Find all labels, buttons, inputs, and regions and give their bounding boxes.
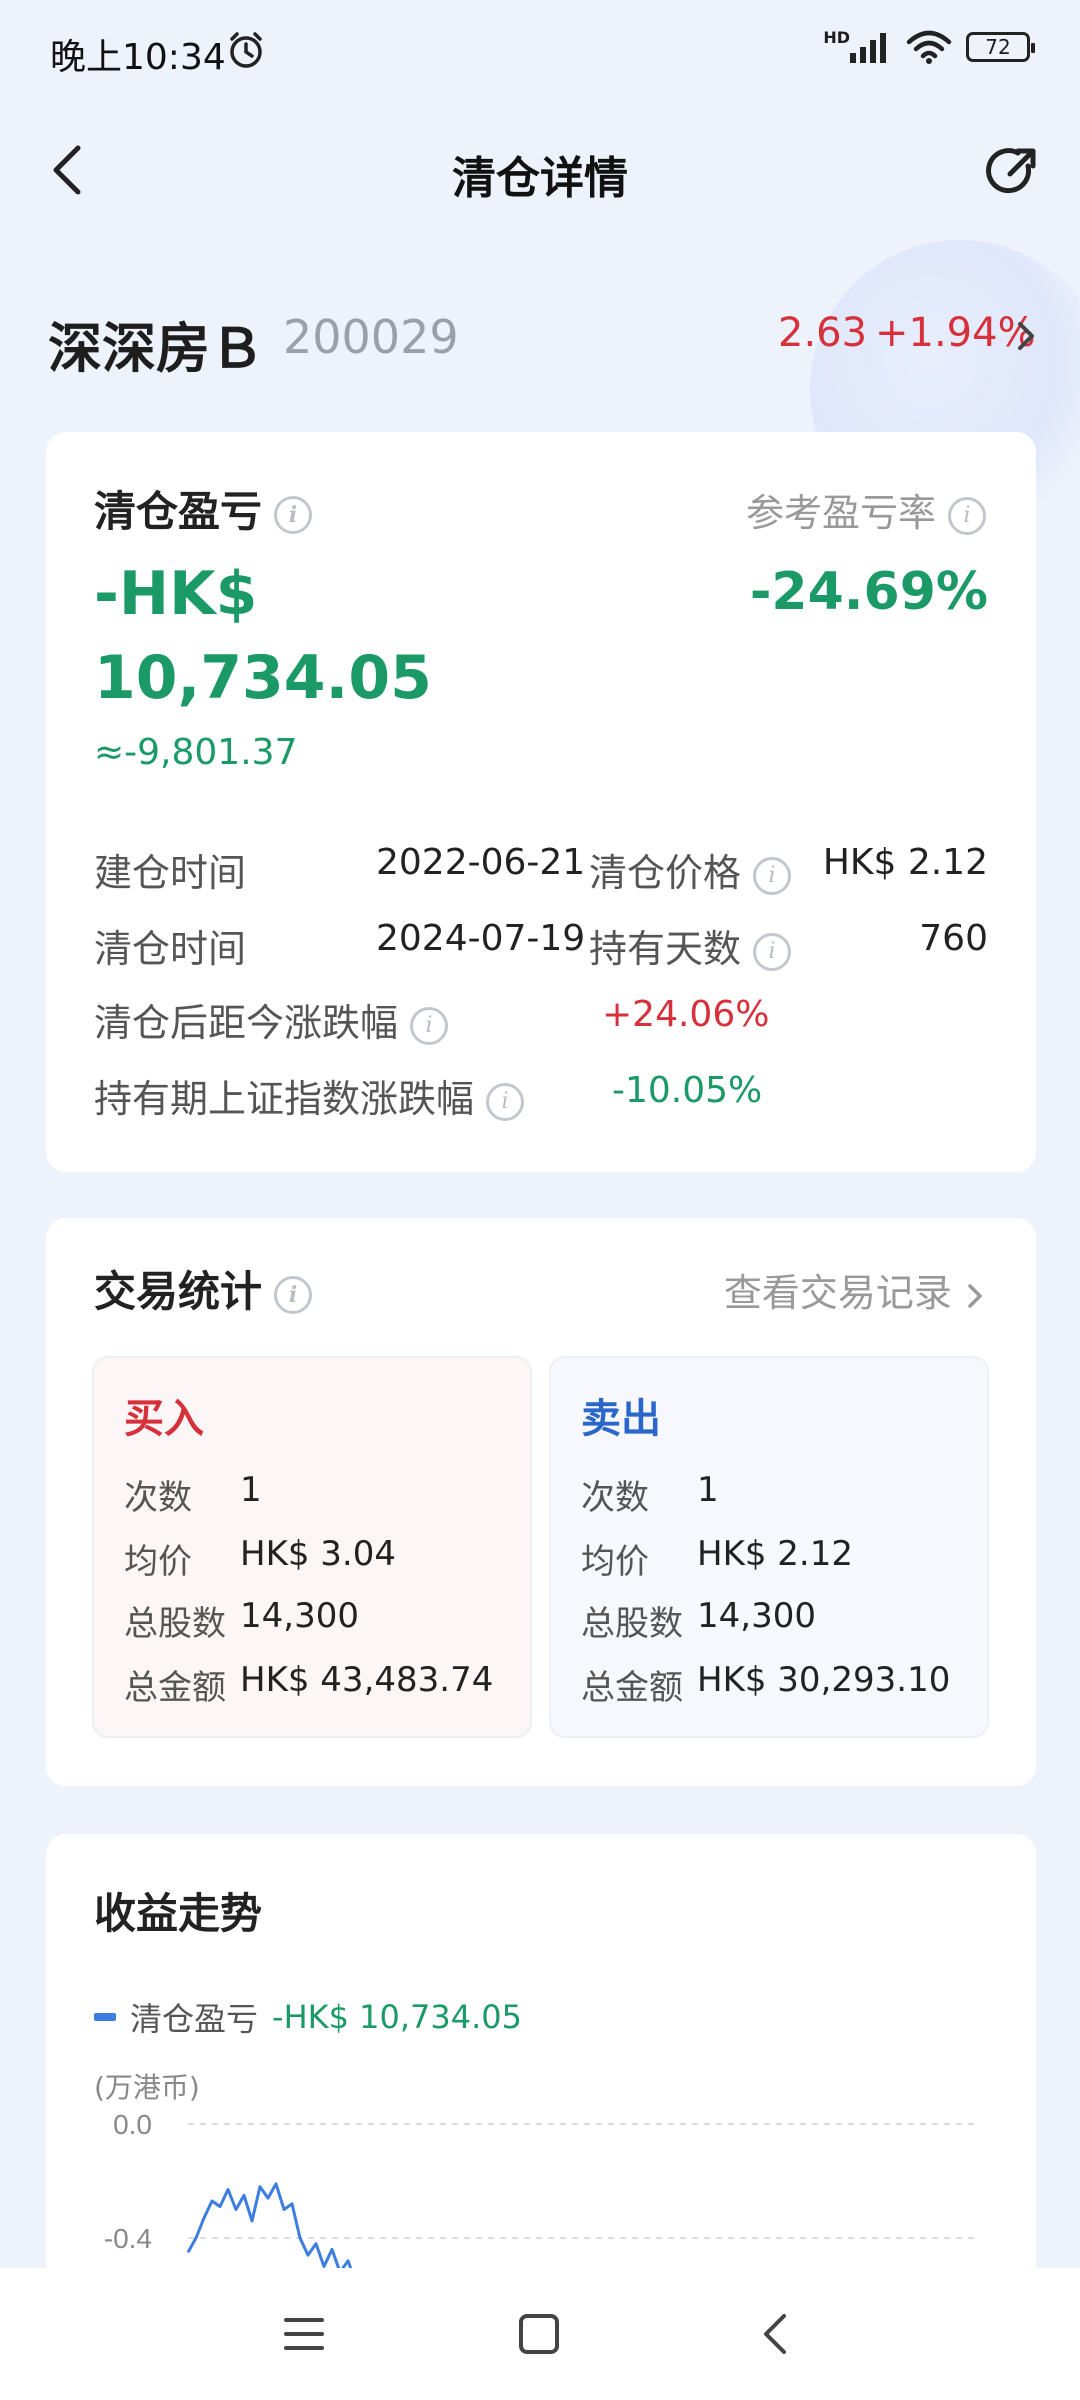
sell-count-label: 次数 bbox=[581, 1478, 649, 1518]
info-icon[interactable]: i bbox=[274, 1275, 313, 1314]
buy-shares-label: 总股数 bbox=[124, 1604, 226, 1644]
after-close-label-row: 清仓后距今涨跌幅 i bbox=[94, 992, 449, 1047]
menu-icon[interactable] bbox=[282, 2312, 326, 2356]
close-price-value: HK$ 2.12 bbox=[822, 842, 988, 883]
chart-unit-label: (万港币) bbox=[94, 2071, 200, 2104]
trade-stats-title: 交易统计 bbox=[94, 1267, 263, 1316]
nav-bar: 清仓详情 bbox=[0, 120, 1080, 220]
wifi-icon bbox=[906, 30, 952, 64]
sell-shares-label: 总股数 bbox=[581, 1604, 683, 1644]
hd-signal-icon: HD bbox=[823, 27, 850, 47]
sell-amount-value: HK$ 30,293.10 bbox=[697, 1660, 951, 1700]
after-close-label: 清仓后距今涨跌幅 bbox=[94, 1001, 399, 1045]
info-icon[interactable]: i bbox=[948, 496, 986, 535]
share-icon[interactable] bbox=[982, 142, 1042, 202]
buy-count-value: 1 bbox=[240, 1470, 262, 1510]
stock-name: 深深房Ｂ bbox=[48, 317, 264, 380]
sell-amount-label: 总金额 bbox=[581, 1668, 683, 1708]
info-icon[interactable]: i bbox=[753, 932, 792, 971]
legend-label: 清仓盈亏 bbox=[130, 2000, 259, 2038]
info-icon[interactable]: i bbox=[486, 1082, 525, 1121]
info-icon[interactable]: i bbox=[274, 495, 313, 534]
stock-code: 200029 bbox=[283, 310, 459, 364]
buy-amount-label: 总金额 bbox=[124, 1668, 226, 1708]
clearance-summary-card: 清仓盈亏 i 参考盈亏率 i -HK$ 10,734.05 -24.69% ≈-9,… bbox=[46, 432, 1036, 1172]
hold-days-label: 持有天数 bbox=[589, 927, 742, 971]
index-label: 持有期上证指数涨跌幅 bbox=[94, 1077, 475, 1121]
summary-title: 清仓盈亏 bbox=[94, 487, 263, 536]
sell-title: 卖出 bbox=[581, 1396, 661, 1442]
status-bar: 晚上10:34 HD 72 bbox=[0, 0, 1080, 100]
legend-swatch bbox=[94, 2013, 116, 2021]
open-time-value: 2022-06-21 bbox=[376, 842, 586, 883]
trade-stats-title-row: 交易统计 i bbox=[94, 1258, 313, 1319]
info-icon[interactable]: i bbox=[410, 1006, 449, 1045]
buy-amount-value: HK$ 43,483.74 bbox=[240, 1660, 494, 1700]
buy-shares-value: 14,300 bbox=[240, 1596, 359, 1636]
back-icon[interactable] bbox=[754, 2312, 798, 2356]
close-price-label: 清仓价格 bbox=[589, 851, 742, 895]
close-price-label-row: 清仓价格 i bbox=[589, 842, 792, 897]
trade-stats-card: 交易统计 i 查看交易记录 买入 次数 1 均价 HK$ 3.04 总股数 14,… bbox=[46, 1218, 1036, 1786]
close-time-value: 2024-07-19 bbox=[376, 918, 586, 959]
pnl-approx: ≈-9,801.37 bbox=[94, 732, 298, 773]
y-tick-label: -0.4 bbox=[104, 2223, 152, 2254]
close-time-label: 清仓时间 bbox=[94, 927, 247, 971]
y-tick-label: 0.0 bbox=[113, 2109, 152, 2140]
index-change: -10.05% bbox=[612, 1070, 763, 1111]
index-label-row: 持有期上证指数涨跌幅 i bbox=[94, 1068, 525, 1123]
sell-stats-box: 卖出 次数 1 均价 HK$ 2.12 总股数 14,300 总金额 HK$ 3… bbox=[549, 1356, 989, 1738]
rate-label-row: 参考盈亏率 i bbox=[746, 482, 986, 537]
sell-count-value: 1 bbox=[697, 1470, 719, 1510]
hold-days-value: 760 bbox=[919, 918, 988, 959]
alarm-icon bbox=[230, 32, 262, 68]
legend-value: -HK$ 10,734.05 bbox=[272, 1998, 522, 2036]
summary-title-row: 清仓盈亏 i bbox=[94, 478, 313, 539]
buy-avg-value: HK$ 3.04 bbox=[240, 1534, 397, 1574]
info-icon[interactable]: i bbox=[753, 856, 792, 895]
view-trade-records-label: 查看交易记录 bbox=[723, 1271, 952, 1315]
page-title: 清仓详情 bbox=[452, 153, 628, 204]
stock-price: 2.63 bbox=[778, 310, 868, 356]
pnl-amount: -HK$ 10,734.05 bbox=[94, 552, 514, 720]
sell-avg-value: HK$ 2.12 bbox=[697, 1534, 854, 1574]
signal-icon bbox=[850, 33, 886, 63]
pnl-value: 10,734.05 bbox=[94, 643, 432, 713]
buy-title: 买入 bbox=[124, 1396, 204, 1442]
chevron-right-icon bbox=[968, 1283, 982, 1308]
pnl-rate: -24.69% bbox=[749, 562, 988, 622]
stock-header[interactable]: 深深房Ｂ 200029 2.63 +1.94% bbox=[0, 280, 1080, 390]
chart-legend: 清仓盈亏 -HK$ 10,734.05 bbox=[94, 1994, 522, 2040]
buy-count-label: 次数 bbox=[124, 1478, 192, 1518]
battery-level: 72 bbox=[985, 35, 1011, 59]
system-nav-bar bbox=[0, 2268, 1080, 2400]
battery-indicator: 72 bbox=[966, 32, 1035, 62]
status-time: 晚上10:34 bbox=[50, 37, 226, 78]
home-icon[interactable] bbox=[517, 2312, 561, 2356]
view-trade-records-link[interactable]: 查看交易记录 bbox=[724, 1262, 986, 1317]
after-close-change: +24.06% bbox=[602, 994, 770, 1035]
sell-shares-value: 14,300 bbox=[697, 1596, 816, 1636]
hold-days-label-row: 持有天数 i bbox=[589, 918, 792, 973]
rate-label: 参考盈亏率 bbox=[745, 491, 936, 535]
pnl-currency: -HK$ bbox=[94, 559, 258, 629]
trend-title: 收益走势 bbox=[94, 1889, 263, 1938]
sell-avg-label: 均价 bbox=[581, 1542, 649, 1582]
buy-avg-label: 均价 bbox=[124, 1542, 192, 1582]
chevron-right-icon[interactable] bbox=[1012, 316, 1040, 356]
buy-stats-box: 买入 次数 1 均价 HK$ 3.04 总股数 14,300 总金额 HK$ 4… bbox=[92, 1356, 532, 1738]
status-indicators: HD 72 bbox=[823, 27, 1035, 64]
open-time-label: 建仓时间 bbox=[94, 851, 247, 895]
